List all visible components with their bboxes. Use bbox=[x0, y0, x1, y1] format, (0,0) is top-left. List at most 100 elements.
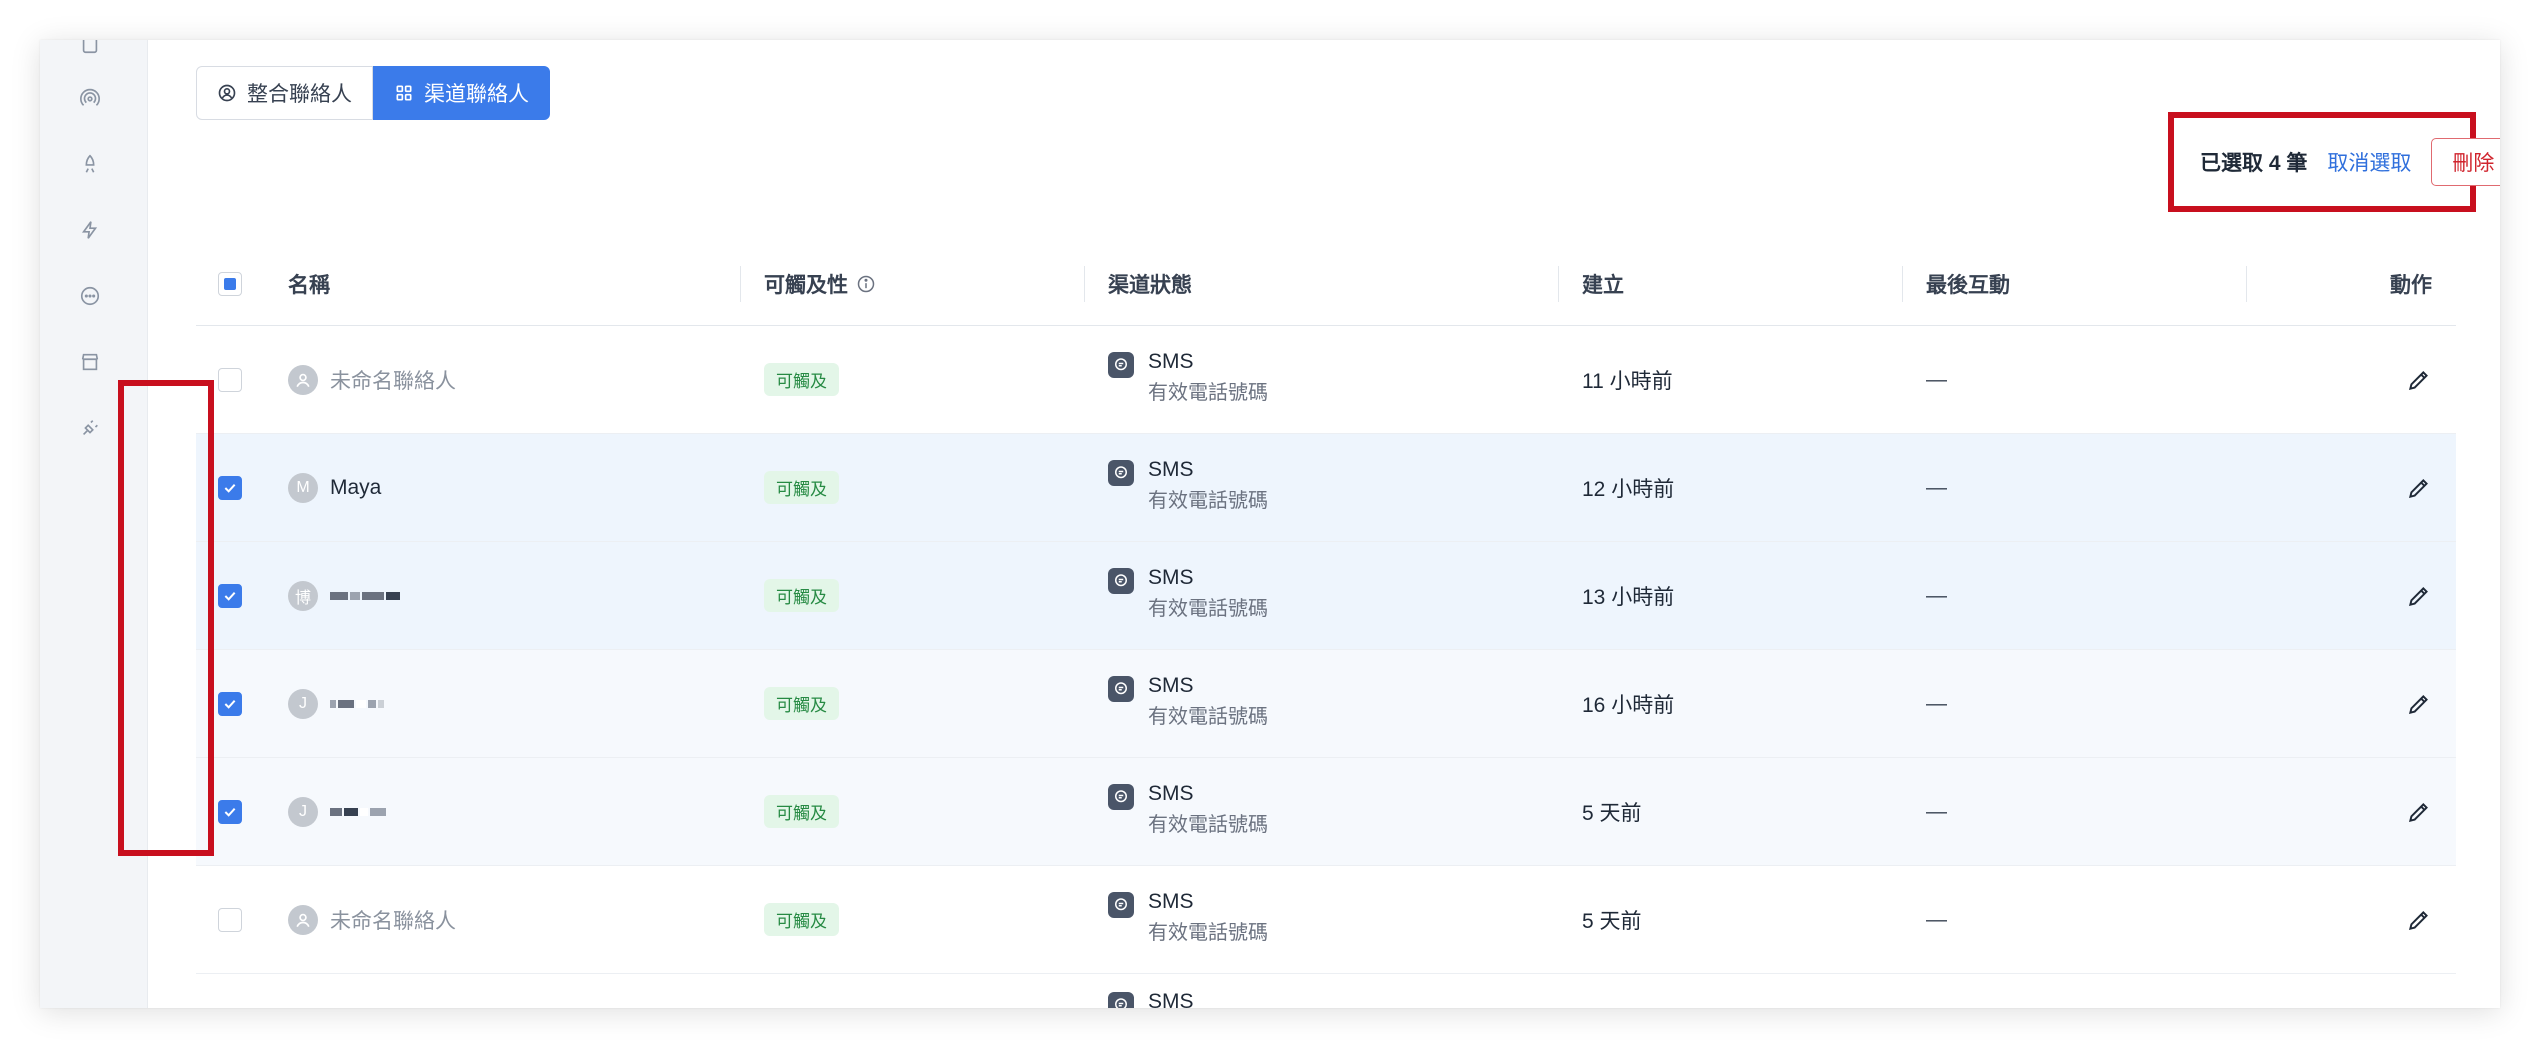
table-row[interactable]: 未命名聯絡人 可觸及 SMS 有效電話號碼 5 天前 — bbox=[196, 866, 2456, 974]
edit-pencil-icon[interactable] bbox=[2406, 799, 2432, 825]
edit-pencil-icon[interactable] bbox=[2406, 691, 2432, 717]
edit-pencil-icon[interactable] bbox=[2406, 475, 2432, 501]
created-time: 16 小時前 bbox=[1582, 693, 1675, 717]
info-icon[interactable] bbox=[856, 274, 876, 294]
table-row[interactable]: SMS bbox=[196, 974, 2456, 1008]
reach-badge: 可觸及 bbox=[764, 363, 839, 396]
grid-icon bbox=[396, 85, 412, 101]
sms-icon bbox=[1108, 676, 1134, 702]
sms-icon bbox=[1108, 568, 1134, 594]
plug-icon bbox=[82, 420, 98, 436]
row-checkbox[interactable] bbox=[218, 475, 242, 500]
lightning-icon bbox=[81, 221, 98, 239]
last-interaction: — bbox=[1926, 691, 1947, 715]
sidebar-item-automation[interactable] bbox=[76, 216, 104, 244]
chat-bubble-icon bbox=[80, 286, 100, 306]
avatar: J bbox=[288, 688, 318, 719]
sms-icon bbox=[1108, 784, 1134, 810]
reach-badge: 可觸及 bbox=[764, 471, 839, 504]
check-icon bbox=[224, 483, 236, 493]
avatar: J bbox=[288, 796, 318, 827]
edit-pencil-icon[interactable] bbox=[2406, 583, 2432, 609]
sms-icon bbox=[1108, 460, 1134, 486]
tab-channel-contacts[interactable]: 渠道聯絡人 bbox=[373, 66, 550, 120]
last-interaction: — bbox=[1926, 799, 1947, 823]
sidebar-item-integrations[interactable] bbox=[76, 414, 104, 442]
channel-status: 有效電話號碼 bbox=[1148, 382, 1268, 404]
edit-pencil-icon[interactable] bbox=[2406, 367, 2432, 393]
header-action: 動作 bbox=[2390, 273, 2432, 297]
contacts-table: 名稱 可觸及性 渠道狀態 建立 最後互動 動作 未命名聯絡人 可觸及 SMS 有… bbox=[196, 242, 2456, 1008]
channel-name: SMS bbox=[1148, 990, 1194, 1008]
table-row[interactable]: 未命名聯絡人 可觸及 SMS 有效電話號碼 11 小時前 — bbox=[196, 326, 2456, 434]
sidebar-item-broadcast[interactable] bbox=[76, 84, 104, 112]
last-interaction: — bbox=[1926, 583, 1947, 607]
header-channel[interactable]: 渠道狀態 bbox=[1108, 242, 1192, 325]
reach-badge: 可觸及 bbox=[764, 579, 839, 612]
main-content: 整合聯絡人 渠道聯絡人 已選取 4 筆 取消選取 刪除 名稱 可觸及性 渠道狀態… bbox=[148, 40, 2500, 1008]
select-all-cell bbox=[196, 242, 264, 325]
sms-icon bbox=[1108, 352, 1134, 378]
edit-pencil-icon[interactable] bbox=[2406, 907, 2432, 933]
sidebar-item-store[interactable] bbox=[76, 348, 104, 376]
rocket-icon bbox=[85, 154, 95, 173]
table-header: 名稱 可觸及性 渠道狀態 建立 最後互動 動作 bbox=[196, 242, 2456, 326]
delete-button[interactable]: 刪除 bbox=[2431, 138, 2500, 186]
table-row[interactable]: J 可觸及 SMS 有效電話號碼 16 小時前 — bbox=[196, 650, 2456, 758]
table-row[interactable]: M Maya 可觸及 SMS 有效電話號碼 12 小時前 — bbox=[196, 434, 2456, 542]
avatar: 博 bbox=[288, 580, 318, 611]
row-checkbox[interactable] bbox=[218, 691, 242, 716]
channel-name: SMS bbox=[1148, 674, 1194, 697]
store-icon bbox=[81, 353, 99, 371]
header-name[interactable]: 名稱 bbox=[288, 242, 330, 325]
document-icon bbox=[82, 40, 98, 54]
contact-name: 未命名聯絡人 bbox=[330, 369, 456, 393]
app-window: 整合聯絡人 渠道聯絡人 已選取 4 筆 取消選取 刪除 名稱 可觸及性 渠道狀態… bbox=[40, 40, 2500, 1008]
contact-name-redacted bbox=[330, 692, 386, 716]
selected-count: 已選取 4 筆 bbox=[2200, 152, 2308, 175]
last-interaction: — bbox=[1926, 367, 1947, 391]
tab-unified-contacts[interactable]: 整合聯絡人 bbox=[196, 66, 373, 120]
sidebar-item-contacts[interactable] bbox=[76, 40, 104, 58]
row-checkbox[interactable] bbox=[218, 799, 242, 824]
created-time: 12 小時前 bbox=[1582, 477, 1675, 501]
channel-status: 有效電話號碼 bbox=[1148, 922, 1268, 944]
contact-name: Maya bbox=[330, 475, 382, 499]
channel-name: SMS bbox=[1148, 458, 1194, 481]
sidebar-item-launch[interactable] bbox=[76, 150, 104, 178]
check-icon bbox=[224, 699, 236, 709]
sidebar bbox=[40, 40, 148, 1008]
header-reach-label: 可觸及性 bbox=[764, 273, 848, 297]
created-time: 5 天前 bbox=[1582, 909, 1642, 933]
table-row[interactable]: J 可觸及 SMS 有效電話號碼 5 天前 — bbox=[196, 758, 2456, 866]
reach-badge: 可觸及 bbox=[764, 903, 839, 936]
created-time: 5 天前 bbox=[1582, 801, 1642, 825]
check-icon bbox=[224, 807, 236, 817]
signal-icon bbox=[80, 88, 100, 106]
sms-icon bbox=[1108, 992, 1134, 1008]
sidebar-item-chat[interactable] bbox=[76, 282, 104, 310]
channel-status: 有效電話號碼 bbox=[1148, 598, 1268, 620]
last-interaction: — bbox=[1926, 475, 1947, 499]
channel-name: SMS bbox=[1148, 566, 1194, 589]
person-icon bbox=[296, 373, 310, 387]
select-all-checkbox[interactable] bbox=[218, 271, 242, 296]
created-time: 11 小時前 bbox=[1582, 369, 1673, 393]
row-checkbox[interactable] bbox=[218, 583, 242, 608]
channel-name: SMS bbox=[1148, 350, 1194, 373]
tab-label: 渠道聯絡人 bbox=[424, 83, 529, 106]
channel-status: 有效電話號碼 bbox=[1148, 814, 1268, 836]
header-created[interactable]: 建立 bbox=[1582, 242, 1624, 325]
row-checkbox[interactable] bbox=[218, 367, 242, 392]
table-row[interactable]: 博 可觸及 SMS 有效電話號碼 13 小時前 — bbox=[196, 542, 2456, 650]
cancel-selection-link[interactable]: 取消選取 bbox=[2327, 147, 2411, 177]
sms-icon bbox=[1108, 892, 1134, 918]
header-last-interaction[interactable]: 最後互動 bbox=[1926, 242, 2010, 325]
created-time: 13 小時前 bbox=[1582, 585, 1675, 609]
view-toggle: 整合聯絡人 渠道聯絡人 bbox=[196, 66, 550, 120]
channel-name: SMS bbox=[1148, 782, 1194, 805]
row-checkbox[interactable] bbox=[218, 907, 242, 932]
person-circle-icon bbox=[218, 84, 236, 102]
header-reach[interactable]: 可觸及性 bbox=[764, 242, 876, 325]
reach-badge: 可觸及 bbox=[764, 795, 839, 828]
